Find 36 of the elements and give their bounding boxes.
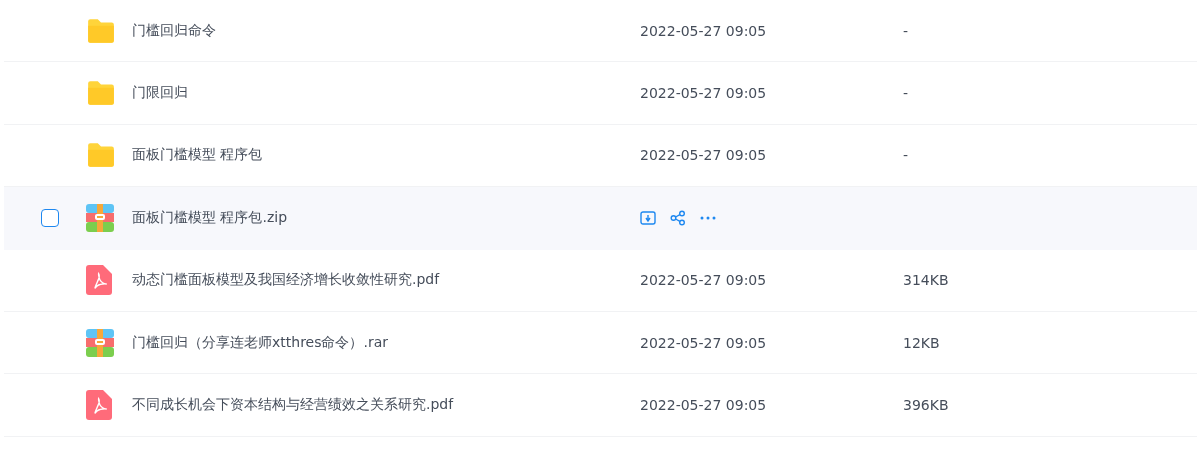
modified-date: 2022-05-27 09:05 — [640, 22, 767, 39]
file-row[interactable]: 不同成长机会下资本结构与经营绩效之关系研究.pdf 2022-05-27 09:05 396KB — [4, 374, 1197, 437]
file-size: - — [903, 85, 909, 102]
file-name[interactable]: 门槛回归（分享连老师xtthres命令）.rar — [132, 333, 640, 352]
file-size: - — [903, 22, 909, 39]
file-size: 396KB — [903, 397, 949, 414]
file-row[interactable]: 面板门槛模型 程序包.zip — [4, 187, 1197, 250]
file-row[interactable]: 门限回归 2022-05-27 09:05 - — [4, 62, 1197, 125]
file-row[interactable]: 门槛回归（分享连老师xtthres命令）.rar 2022-05-27 09:05 12KB — [4, 311, 1197, 375]
modified-date: 2022-05-27 09:05 — [640, 272, 767, 289]
file-size: 12KB — [903, 334, 940, 351]
file-name[interactable]: 动态门槛面板模型及我国经济增长收敛性研究.pdf — [132, 271, 640, 290]
file-row[interactable]: 动态门槛面板模型及我国经济增长收敛性研究.pdf 2022-05-27 09:05 314KB — [4, 249, 1197, 312]
share-icon[interactable] — [670, 209, 686, 226]
file-name[interactable]: 面板门槛模型 程序包 — [132, 146, 640, 165]
file-name[interactable]: 门槛回归命令 — [132, 21, 640, 40]
folder-icon — [86, 80, 116, 107]
file-name[interactable]: 不同成长机会下资本结构与经营绩效之关系研究.pdf — [132, 396, 640, 415]
pdf-icon — [86, 265, 112, 296]
file-size: - — [903, 147, 909, 164]
modified-date: 2022-05-27 09:05 — [640, 397, 767, 414]
checkbox[interactable] — [41, 208, 59, 227]
folder-move-icon[interactable] — [640, 210, 656, 225]
folder-icon — [86, 142, 116, 169]
file-name[interactable]: 面板门槛模型 程序包.zip — [132, 208, 640, 227]
pdf-icon — [86, 390, 112, 421]
archive-icon — [86, 203, 114, 232]
modified-date: 2022-05-27 09:05 — [640, 334, 767, 351]
file-name[interactable]: 门限回归 — [132, 84, 640, 103]
file-row[interactable]: 门槛回归命令 2022-05-27 09:05 - — [4, 0, 1197, 63]
modified-date: 2022-05-27 09:05 — [640, 85, 767, 102]
folder-icon — [86, 17, 116, 44]
file-size: 314KB — [903, 272, 949, 289]
more-icon[interactable] — [700, 215, 716, 220]
modified-date: 2022-05-27 09:05 — [640, 147, 767, 164]
archive-icon — [86, 328, 114, 357]
